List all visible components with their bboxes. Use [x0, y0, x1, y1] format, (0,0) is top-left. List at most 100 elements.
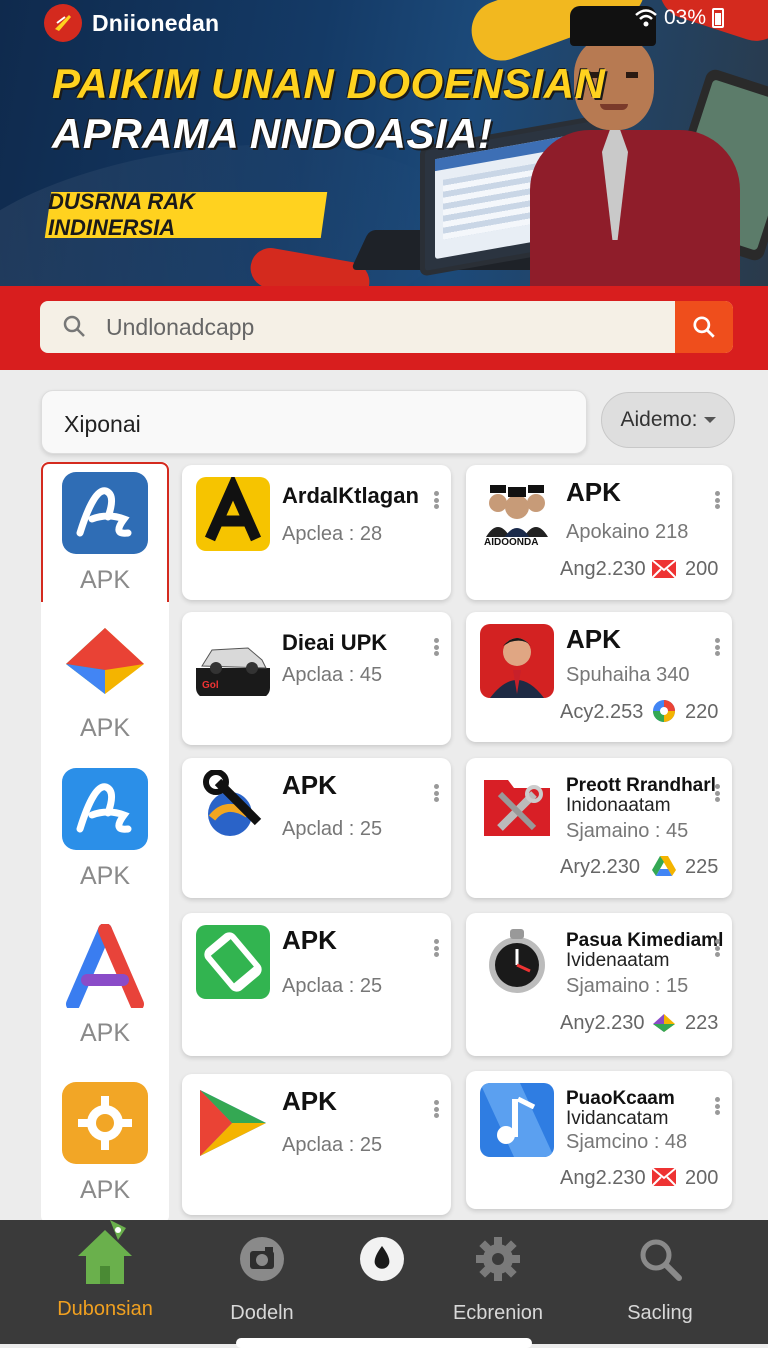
nav-item-search[interactable]: Sacling	[612, 1220, 708, 1330]
drop-icon	[357, 1234, 407, 1284]
app-subtitle: Apclaa : 45	[282, 664, 383, 686]
app-meta: Ang2.230	[560, 1167, 646, 1189]
app-subtitle: Sjamaino : 45	[566, 820, 689, 842]
app-count: 220	[685, 701, 719, 723]
nav-item-drop[interactable]	[342, 1220, 422, 1330]
sidebar-item-1[interactable]: APK	[41, 462, 169, 602]
sidebar-item-2[interactable]: APK	[41, 612, 169, 752]
hero-banner[interactable]: PAIKIM UNAN DOOENSIAN APRAMA NNDOASIA! D…	[0, 0, 768, 286]
more-icon[interactable]	[714, 491, 720, 509]
app-title: APK	[282, 770, 337, 800]
app-card[interactable]: APK Spuhaiha 340 Acy2.253 220	[466, 612, 732, 742]
banner-tag-label: DUSRNA RAK INDINERSIA	[48, 189, 196, 240]
app-subtitle: Sjamcino : 48	[566, 1131, 688, 1153]
app-title-line-2: Ividenaatam	[566, 950, 670, 971]
camera-icon	[237, 1234, 287, 1284]
search-icon	[635, 1234, 685, 1284]
people-icon: AIDOONDA	[480, 477, 554, 551]
tri-badge-icon	[651, 1012, 677, 1034]
app-subtitle: Spuhaiha 340	[566, 664, 690, 686]
battery-icon	[712, 8, 724, 28]
envelope-prism-icon	[62, 620, 148, 702]
search-band: Undlonadcapp	[0, 286, 768, 370]
more-icon[interactable]	[433, 1100, 439, 1118]
app-count: 200	[685, 558, 719, 580]
app-card[interactable]: Pasua Kimediaml Ividenaatam Sjamaino : 1…	[466, 913, 732, 1056]
app-card[interactable]: PuaoKcaam Ividancatam Sjamcino : 48 Ang2…	[466, 1071, 732, 1209]
stylized-a-blue-icon	[62, 768, 148, 850]
more-icon[interactable]	[433, 491, 439, 509]
app-card[interactable]: APK Apclaa : 25	[182, 913, 451, 1056]
sidebar-item-4[interactable]: APK	[41, 917, 169, 1057]
search-button[interactable]	[675, 301, 733, 353]
phone-icon	[196, 925, 270, 999]
battery-percent: 03%	[663, 6, 706, 29]
filter-input[interactable]: Xiponai	[41, 390, 587, 454]
more-icon[interactable]	[714, 638, 720, 656]
app-count: 200	[685, 1167, 719, 1189]
sort-dropdown[interactable]: Aidemo:	[601, 392, 735, 448]
app-title: Pasua Kimediaml	[566, 930, 724, 951]
wrench-wave-icon	[196, 770, 270, 844]
sidebar-item-label: APK	[79, 566, 131, 594]
stylized-a-icon	[62, 472, 148, 554]
settings-icon	[473, 1234, 523, 1284]
app-title: APK	[566, 477, 621, 507]
more-icon[interactable]	[714, 939, 720, 957]
app-title: Dieai UPK	[282, 630, 388, 655]
app-card[interactable]: APK Apclaa : 25	[182, 1074, 451, 1215]
portrait-icon	[480, 624, 554, 698]
people-icon-caption: AIDOONDA	[482, 537, 541, 548]
search-icon	[63, 315, 85, 337]
app-title: ArdalKtlagan	[282, 483, 419, 508]
more-icon[interactable]	[714, 1097, 720, 1115]
car-icon: Gol	[196, 624, 270, 698]
car-icon-caption: Gol	[202, 680, 219, 691]
banner-headline-1: PAIKIM UNAN DOOENSIAN	[52, 60, 606, 107]
category-sidebar: APK APK APK APK APK	[41, 462, 169, 1222]
home-indicator[interactable]	[236, 1338, 532, 1348]
nav-item-camera[interactable]: Dodeln	[214, 1220, 310, 1330]
app-subtitle: Apclaa : 25	[282, 975, 383, 997]
nav-item-settings[interactable]: Ecbrenion	[448, 1220, 548, 1330]
app-card[interactable]: AIDOONDA APK Apokaino 218 Ang2.230 200	[466, 465, 732, 600]
app-meta: Any2.230	[560, 1012, 645, 1034]
home-icon	[70, 1220, 140, 1290]
app-meta: Ary2.230	[560, 856, 641, 878]
app-subtitle: Apokaino 218	[566, 521, 689, 543]
more-icon[interactable]	[433, 638, 439, 656]
filter-row: Xiponai Aidemo:	[0, 370, 768, 460]
app-card[interactable]: ArdalKtlagan Apclea : 28	[182, 465, 451, 600]
music-note-icon	[480, 1083, 554, 1157]
app-count: 225	[685, 856, 719, 878]
app-subtitle: Sjamaino : 15	[566, 975, 689, 997]
brand-logo-icon	[44, 4, 82, 42]
app-card[interactable]: APK Apclad : 25	[182, 758, 451, 898]
sidebar-item-3[interactable]: APK	[41, 760, 169, 900]
more-icon[interactable]	[714, 784, 720, 802]
clock-icon	[480, 925, 554, 999]
app-title: Preott Rrandharl	[566, 775, 716, 796]
app-title: PuaoKcaam	[566, 1088, 675, 1109]
brand-name: Dniionedan	[92, 9, 220, 36]
sidebar-item-label: APK	[79, 1176, 131, 1204]
colorful-badge-icon	[651, 700, 677, 722]
brand[interactable]: Dniionedan	[44, 4, 219, 42]
wifi-icon	[635, 9, 657, 27]
nav-label: Dubonsian	[57, 1298, 153, 1320]
filter-input-value: Xiponai	[64, 411, 141, 437]
more-icon[interactable]	[433, 939, 439, 957]
app-title: APK	[282, 1086, 337, 1116]
more-icon[interactable]	[433, 784, 439, 802]
search-input[interactable]: Undlonadcapp	[40, 301, 733, 353]
chevron-down-icon	[703, 417, 716, 423]
banner-tag[interactable]: DUSRNA RAK INDINERSIA	[44, 189, 328, 240]
nav-item-home[interactable]: Dubonsian	[50, 1220, 160, 1330]
sidebar-item-5[interactable]: APK	[41, 1074, 169, 1214]
sidebar-item-label: APK	[79, 862, 131, 890]
app-subtitle: Apclad : 25	[282, 818, 383, 840]
nav-label: Sacling	[627, 1302, 693, 1324]
person-illustration	[520, 0, 750, 286]
app-card[interactable]: Preott Rrandharl Inidonaatam Sjamaino : …	[466, 758, 732, 898]
app-card[interactable]: Gol Dieai UPK Apclaa : 45	[182, 612, 451, 745]
